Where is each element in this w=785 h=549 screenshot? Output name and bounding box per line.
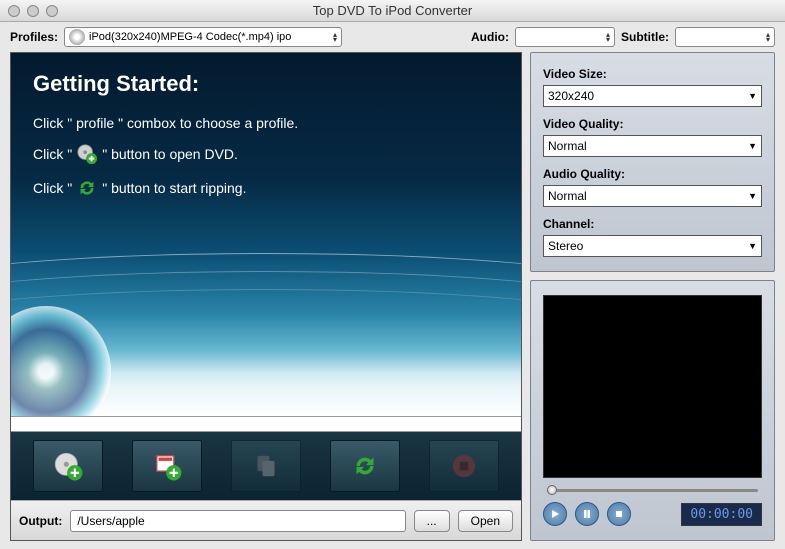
output-label: Output:: [19, 514, 62, 528]
ipod-icon: [69, 29, 85, 45]
audio-quality-value: Normal: [548, 189, 587, 203]
audio-quality-label: Audio Quality:: [543, 167, 762, 181]
copy-button[interactable]: [231, 440, 301, 492]
video-quality-value: Normal: [548, 139, 587, 153]
output-path-field[interactable]: [70, 510, 405, 532]
browse-button[interactable]: ...: [414, 510, 450, 532]
add-file-icon: [150, 449, 184, 483]
channel-label: Channel:: [543, 217, 762, 231]
refresh-icon: [348, 449, 382, 483]
time-display: 00:00:00: [681, 503, 762, 526]
open-output-button[interactable]: Open: [458, 510, 513, 532]
video-quality-label: Video Quality:: [543, 117, 762, 131]
audio-select[interactable]: ▴▾: [515, 27, 615, 47]
audio-label: Audio:: [471, 30, 509, 44]
chevron-down-icon: ▴▾: [762, 32, 770, 42]
chevron-down-icon: ▴▾: [602, 32, 610, 42]
video-size-label: Video Size:: [543, 67, 762, 81]
main-toolbar: [11, 432, 521, 500]
player-panel: 00:00:00: [530, 280, 775, 541]
chevron-down-icon: ▴▾: [329, 32, 337, 42]
video-preview: [543, 295, 762, 478]
video-size-select[interactable]: 320x240 ▼: [543, 85, 762, 107]
audio-quality-select[interactable]: Normal ▼: [543, 185, 762, 207]
profiles-value: iPod(320x240)MPEG-4 Codec(*.mp4) ipo: [89, 31, 291, 43]
profiles-label: Profiles:: [10, 30, 58, 44]
convert-button[interactable]: [330, 440, 400, 492]
output-bar: Output: ... Open: [11, 500, 521, 540]
profiles-select[interactable]: iPod(320x240)MPEG-4 Codec(*.mp4) ipo ▴▾: [64, 27, 342, 47]
open-file-button[interactable]: [132, 440, 202, 492]
main-preview-area: Getting Started: Click " profile " combo…: [11, 53, 521, 416]
stop-button[interactable]: [429, 440, 499, 492]
status-strip: [11, 416, 521, 432]
refresh-icon: [76, 177, 98, 199]
chevron-down-icon: ▼: [748, 141, 757, 151]
add-disc-icon: [51, 449, 85, 483]
video-quality-select[interactable]: Normal ▼: [543, 135, 762, 157]
stop-icon: [447, 449, 481, 483]
stop-player-button[interactable]: [607, 502, 631, 526]
window-title: Top DVD To iPod Converter: [0, 3, 785, 18]
pause-icon: [582, 509, 592, 519]
wave-decoration: [11, 289, 521, 369]
instruction-text: " button to open DVD.: [102, 146, 238, 162]
pause-button[interactable]: [575, 502, 599, 526]
instruction-text: Click ": [33, 146, 72, 162]
chevron-down-icon: ▼: [748, 91, 757, 101]
subtitle-label: Subtitle:: [621, 30, 669, 44]
titlebar: Top DVD To iPod Converter: [0, 0, 785, 22]
chevron-down-icon: ▼: [748, 191, 757, 201]
instruction-text: " button to start ripping.: [102, 180, 246, 196]
instruction-text: Click ": [33, 180, 72, 196]
getting-started-heading: Getting Started:: [33, 71, 499, 97]
channel-select[interactable]: Stereo ▼: [543, 235, 762, 257]
video-size-value: 320x240: [548, 89, 594, 103]
subtitle-select[interactable]: ▴▾: [675, 27, 775, 47]
chevron-down-icon: ▼: [748, 241, 757, 251]
slider-thumb-icon[interactable]: [547, 485, 557, 495]
open-dvd-button[interactable]: [33, 440, 103, 492]
top-toolbar: Profiles: iPod(320x240)MPEG-4 Codec(*.mp…: [0, 22, 785, 52]
seek-slider[interactable]: [543, 484, 762, 496]
play-icon: [550, 509, 560, 519]
instruction-text: Click " profile " combox to choose a pro…: [33, 115, 298, 131]
settings-panel: Video Size: 320x240 ▼ Video Quality: Norm…: [530, 52, 775, 272]
copy-icon: [249, 449, 283, 483]
stop-icon: [614, 509, 624, 519]
channel-value: Stereo: [548, 239, 583, 253]
add-disc-icon: [76, 143, 98, 165]
play-button[interactable]: [543, 502, 567, 526]
